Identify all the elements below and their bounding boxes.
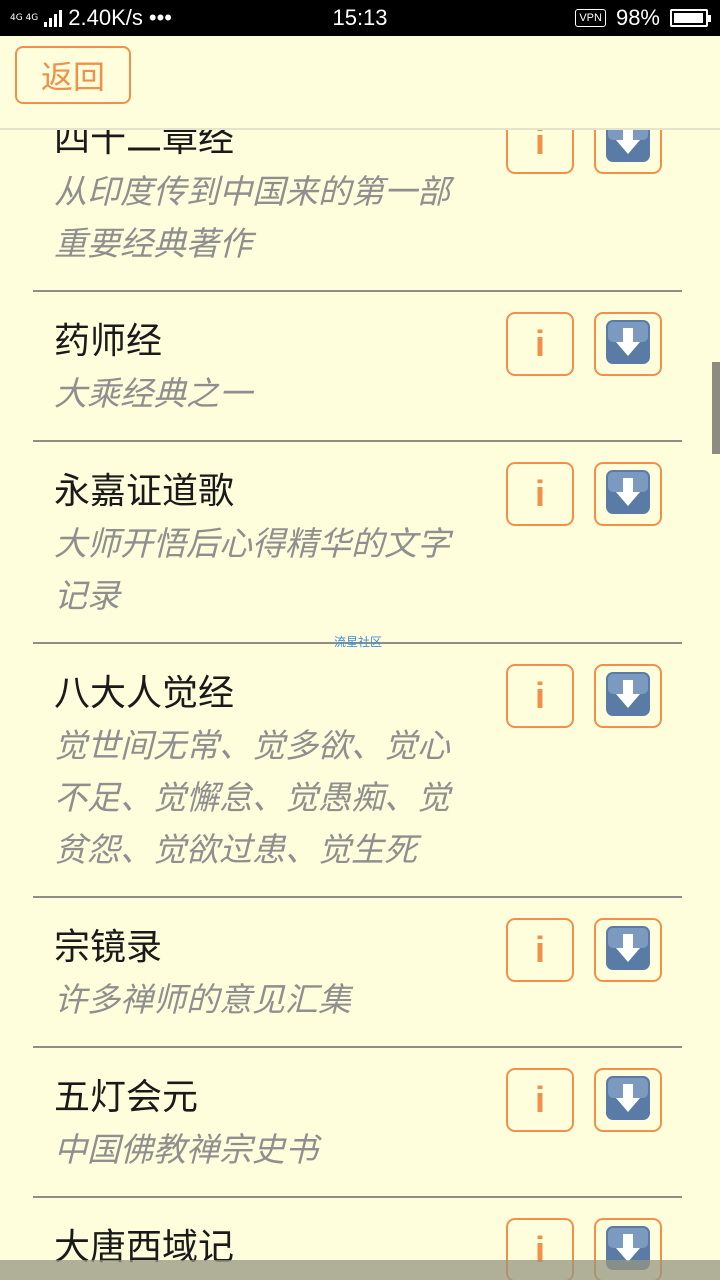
- info-button[interactable]: i: [506, 1068, 574, 1132]
- download-button[interactable]: [594, 312, 662, 376]
- download-icon: [604, 670, 652, 722]
- item-description: 觉世间无常、觉多欲、觉心不足、觉懈怠、觉愚痴、觉贫怨、觉欲过患、觉生死: [54, 726, 450, 869]
- status-right: VPN 98%: [575, 0, 711, 36]
- info-icon: i: [534, 323, 545, 364]
- info-button[interactable]: i: [506, 312, 574, 376]
- watermark: 流星社区: [334, 635, 383, 649]
- item-actions: i: [506, 918, 662, 982]
- item-title: 药师经: [54, 321, 163, 362]
- info-icon: i: [534, 473, 545, 514]
- download-icon: [604, 1074, 652, 1126]
- battery-icon: [670, 9, 711, 27]
- download-icon: [604, 130, 652, 168]
- download-button[interactable]: [594, 1068, 662, 1132]
- info-button[interactable]: i: [506, 918, 574, 982]
- item-actions: i: [506, 312, 662, 376]
- info-icon: i: [534, 675, 545, 716]
- sutra-list[interactable]: 四十二章经 从印度传到中国来的第一部重要经典著作 i 药师经 大乘经典之一 i 永嘉证道歌大…: [0, 130, 720, 1280]
- item-actions: i: [506, 462, 662, 526]
- back-button[interactable]: 返回: [15, 46, 131, 104]
- list-item[interactable]: 永嘉证道歌大师开悟后心得精华的文字记录 i: [33, 442, 682, 644]
- list-item[interactable]: 宗镜录许多禅师的意见汇集 i: [33, 898, 682, 1048]
- item-actions: i: [506, 130, 662, 174]
- item-description: 大师开悟后心得精华的文字记录: [54, 524, 450, 615]
- list-item[interactable]: 药师经大乘经典之一 i: [33, 292, 682, 442]
- download-icon: [604, 318, 652, 370]
- status-bar: 4G 4G 2.40K/s ••• 15:13 VPN 98%: [0, 0, 720, 36]
- item-description: 从印度传到中国来的第一部重要经典著作: [54, 172, 450, 263]
- download-button[interactable]: [594, 130, 662, 174]
- item-description: 许多禅师的意见汇集: [54, 980, 351, 1019]
- list-item[interactable]: 八大人觉经觉世间无常、觉多欲、觉心不足、觉懈怠、觉愚痴、觉贫怨、觉欲过患、觉生死…: [33, 644, 682, 898]
- download-icon: [604, 924, 652, 976]
- item-description: 中国佛教禅宗史书: [54, 1130, 318, 1169]
- vpn-icon: VPN: [575, 9, 606, 27]
- info-button[interactable]: i: [506, 462, 574, 526]
- scrollbar[interactable]: [712, 362, 720, 454]
- info-icon: i: [534, 929, 545, 970]
- list-item[interactable]: 五灯会元中国佛教禅宗史书 i: [33, 1048, 682, 1198]
- item-title: 宗镜录: [54, 927, 163, 968]
- info-icon: i: [534, 1079, 545, 1120]
- item-title: 永嘉证道歌: [54, 471, 235, 512]
- battery-percent: 98%: [615, 5, 660, 30]
- item-description: 大乘经典之一: [54, 374, 252, 413]
- app-header: 返回: [0, 36, 720, 130]
- item-title: 四十二章经: [54, 130, 235, 160]
- download-button[interactable]: [594, 918, 662, 982]
- list-item[interactable]: 四十二章经从印度传到中国来的第一部重要经典著作 i: [33, 130, 682, 292]
- item-actions: i: [506, 664, 662, 728]
- info-icon: i: [534, 130, 545, 162]
- item-title: 五灯会元: [54, 1077, 199, 1118]
- download-icon: [604, 468, 652, 520]
- item-title: 八大人觉经: [54, 673, 235, 714]
- info-button[interactable]: i: [506, 664, 574, 728]
- download-button[interactable]: [594, 664, 662, 728]
- download-button[interactable]: [594, 462, 662, 526]
- item-actions: i: [506, 1068, 662, 1132]
- bottom-overlay: [0, 1260, 720, 1280]
- info-button[interactable]: i: [506, 130, 574, 174]
